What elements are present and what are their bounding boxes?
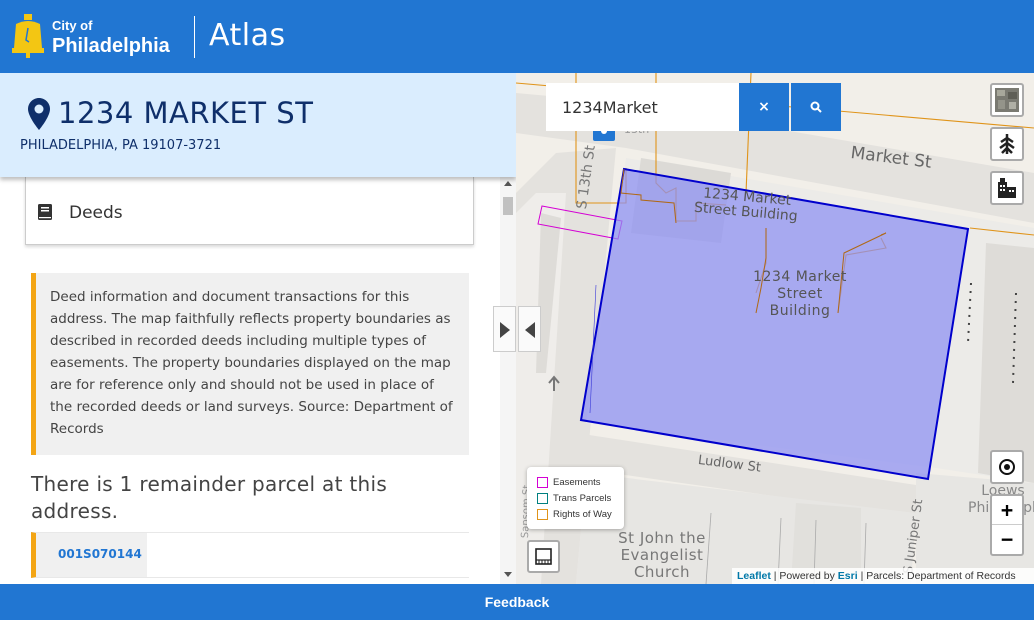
address-search-input[interactable] — [546, 83, 739, 131]
collapse-panel-button[interactable] — [518, 306, 541, 352]
legend-item: Easements — [537, 477, 601, 489]
legend-label: Trans Parcels — [553, 493, 612, 505]
address-title: 1234 MARKET ST — [58, 96, 314, 130]
zoom-in-button[interactable]: + — [992, 496, 1022, 525]
search-icon — [810, 101, 822, 113]
topic-card-deeds[interactable]: Deeds — [25, 177, 474, 245]
building-icon — [998, 178, 1016, 198]
cyclomedia-button[interactable] — [990, 171, 1024, 205]
esri-link[interactable]: Esri — [838, 570, 858, 582]
city-name-label: Philadelphia — [52, 35, 170, 57]
map-label-building-center: 1234 Market Street Building — [753, 269, 847, 319]
app-title[interactable]: Atlas — [209, 19, 286, 53]
app-footer: Feedback — [0, 584, 1034, 620]
city-of-label: City of — [52, 18, 93, 33]
ruler-icon — [535, 548, 552, 565]
expand-panel-button[interactable] — [493, 306, 516, 352]
pictometry-icon — [999, 134, 1015, 154]
legend-swatch — [537, 493, 548, 504]
parcel-id[interactable]: 001S070144 — [58, 547, 142, 561]
topic-content[interactable]: Deeds Deed information and document tran… — [0, 177, 500, 584]
legend-item: Trans Parcels — [537, 493, 611, 505]
address-header: 1234 MARKET ST PHILADELPHIA, PA 19107-37… — [0, 73, 516, 177]
map-legend: Easements Trans Parcels Rights of Way — [527, 467, 624, 529]
parcel-count-heading: There is 1 remainder parcel at this addr… — [31, 472, 388, 523]
chevron-left-icon — [525, 322, 535, 338]
parcel-row[interactable]: 001S070144 — [31, 532, 469, 578]
legend-swatch — [537, 509, 548, 520]
legend-item: Rights of Way — [537, 509, 612, 521]
zoom-out-button[interactable]: − — [992, 525, 1022, 554]
aerial-imagery-icon — [995, 88, 1019, 112]
scroll-down-arrow-icon[interactable] — [504, 572, 512, 577]
map-attribution: Leaflet | Powered by Esri | Parcels: Dep… — [732, 568, 1034, 584]
measure-button[interactable] — [527, 540, 560, 573]
chevron-right-icon — [500, 322, 510, 338]
map-label-church: St John the Evangelist Church — [618, 529, 706, 581]
parcel-id-cell[interactable]: 001S070144 — [36, 533, 147, 577]
callout-text: Deed information and document transactio… — [50, 289, 453, 437]
legend-swatch — [537, 477, 548, 488]
feedback-link[interactable]: Feedback — [0, 584, 1034, 620]
map-marker-icon — [28, 98, 50, 130]
locate-icon — [999, 459, 1015, 475]
scroll-up-arrow-icon[interactable] — [504, 181, 512, 186]
header-divider — [194, 16, 195, 58]
attribution-text: | Powered by — [773, 570, 835, 582]
legend-label: Easements — [553, 477, 601, 489]
panel-scrollbar[interactable] — [500, 177, 516, 584]
app-header: City of Philadelphia Atlas — [0, 0, 1034, 73]
book-icon — [38, 204, 52, 220]
imagery-basemap-button[interactable] — [990, 83, 1024, 117]
search-button[interactable] — [791, 83, 841, 131]
attribution-text: | Parcels: Department of Records — [860, 570, 1016, 582]
geolocate-button[interactable] — [990, 450, 1024, 484]
zoom-control: + − — [990, 494, 1024, 556]
legend-label: Rights of Way — [553, 509, 612, 521]
leaflet-link[interactable]: Leaflet — [737, 570, 771, 582]
address-subtitle: PHILADELPHIA, PA 19107-3721 — [20, 138, 222, 153]
deeds-callout: Deed information and document transactio… — [31, 273, 469, 455]
scrollbar-thumb[interactable] — [503, 197, 513, 215]
topic-panel: 1234 MARKET ST PHILADELPHIA, PA 19107-37… — [0, 73, 516, 584]
pictometry-button[interactable] — [990, 127, 1024, 161]
clear-search-button[interactable]: × — [739, 83, 789, 131]
liberty-bell-logo-icon[interactable] — [10, 14, 46, 58]
topic-label: Deeds — [69, 203, 123, 223]
